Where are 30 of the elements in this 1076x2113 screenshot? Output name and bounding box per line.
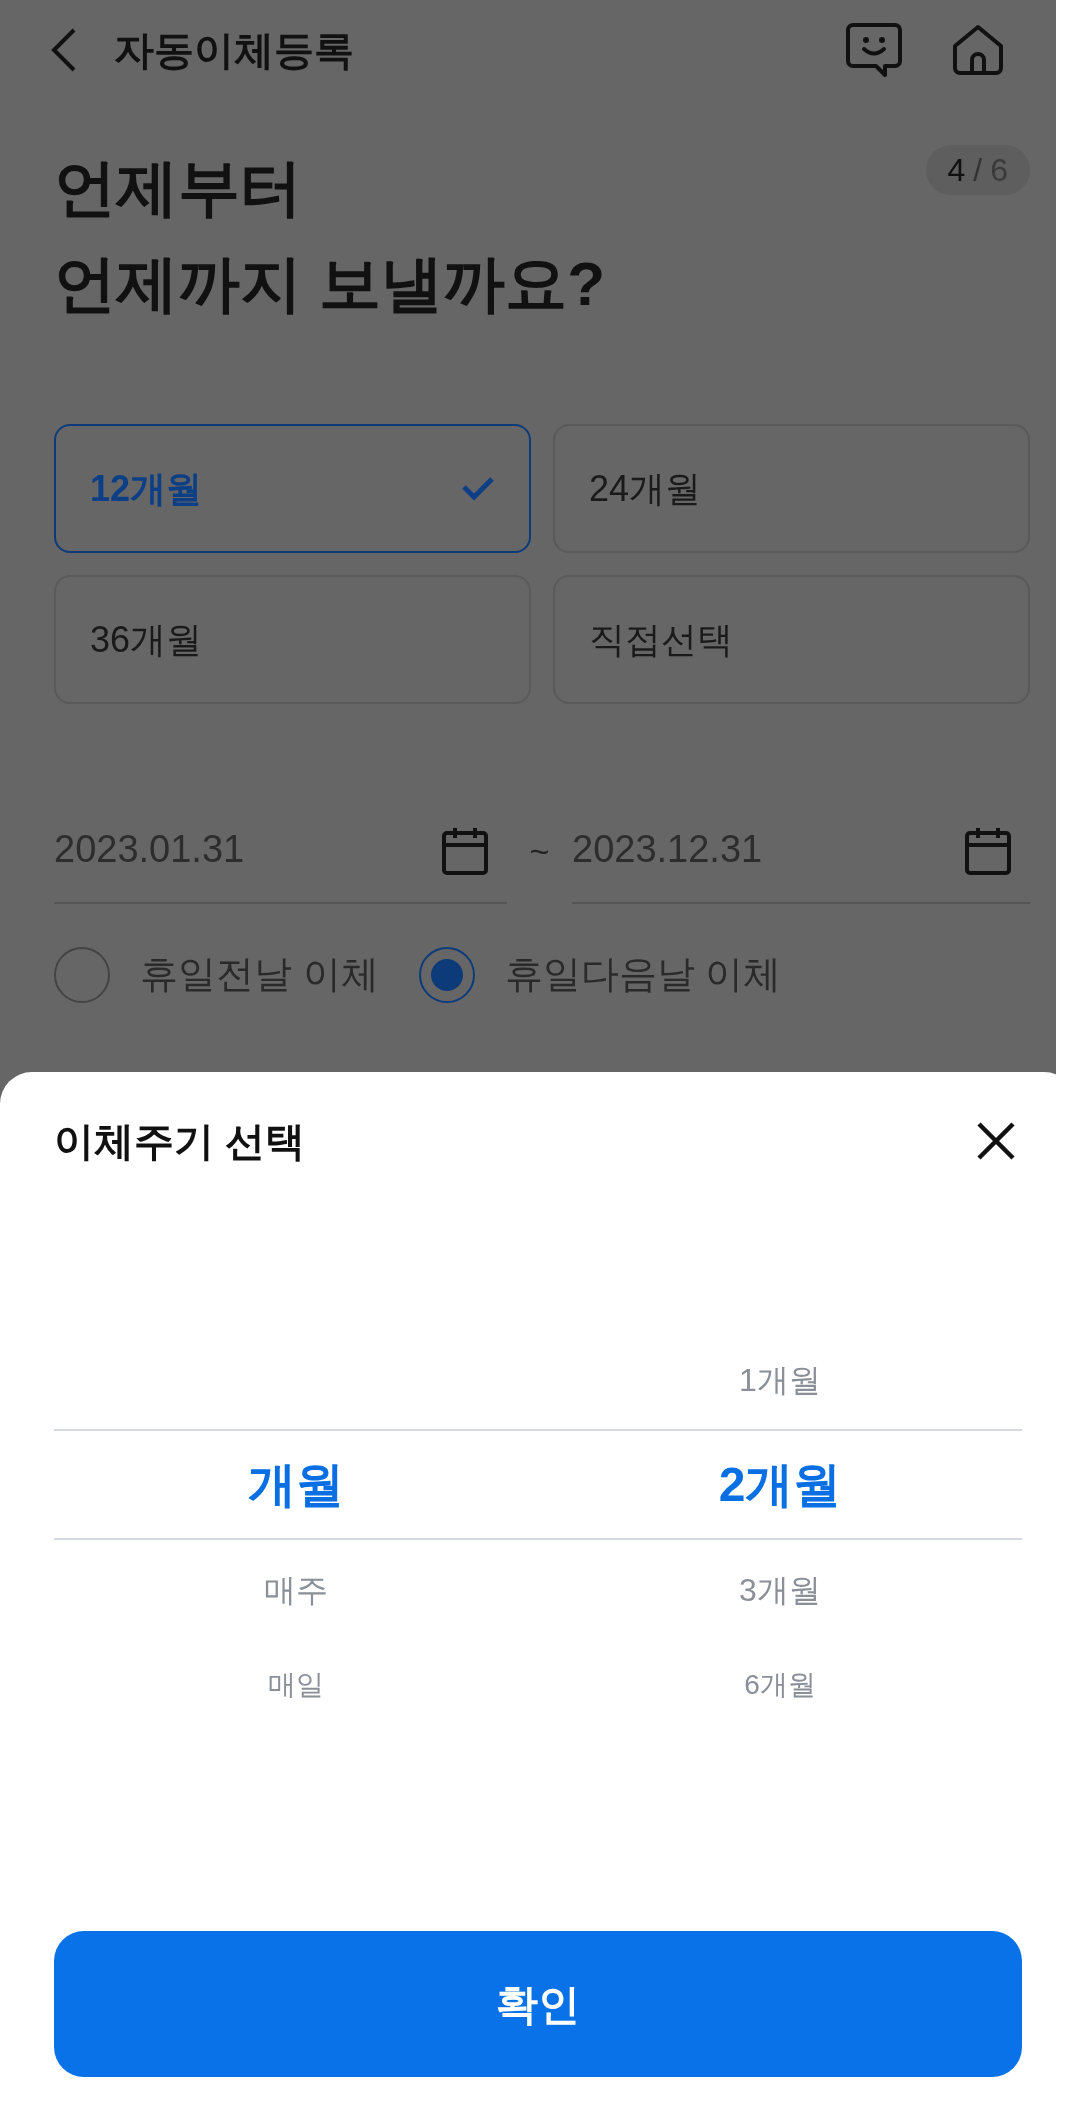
- radio-button[interactable]: [54, 946, 110, 1003]
- picker-option[interactable]: 매일: [268, 1664, 324, 1706]
- picker-option[interactable]: 6개월: [744, 1664, 816, 1706]
- period-option[interactable]: 36개월: [54, 575, 531, 704]
- end-date-field[interactable]: 2023.12.31: [572, 826, 1030, 904]
- picker-option[interactable]: 매주: [264, 1566, 328, 1614]
- calendar-icon: [441, 826, 489, 876]
- heading-line: 언제까지 보낼까요?: [54, 248, 607, 320]
- picker-option[interactable]: 2개월: [718, 1448, 842, 1521]
- radio-button[interactable]: [418, 946, 475, 1003]
- radio-label: 휴일전날 이체: [140, 952, 379, 997]
- period-option[interactable]: 직접선택: [553, 575, 1030, 704]
- chat-smile-icon: [845, 21, 903, 79]
- heading-line: 언제부터: [54, 152, 303, 224]
- radio-label: 휴일다음날 이체: [504, 952, 782, 997]
- period-option[interactable]: 24개월: [553, 424, 1030, 553]
- start-date-field[interactable]: 2023.01.31: [54, 826, 507, 904]
- page-title: 자동이체등록: [114, 27, 354, 74]
- calendar-icon: [964, 826, 1012, 876]
- date-range-tilde: ~: [528, 831, 551, 872]
- confirm-button[interactable]: 확인: [54, 1931, 1022, 2077]
- sheet-title: 이체주기 선택: [54, 1118, 306, 1165]
- picker-option[interactable]: 개월: [248, 1448, 344, 1521]
- check-icon: [461, 475, 495, 502]
- home-icon: [951, 24, 1005, 76]
- picker-option[interactable]: 3개월: [739, 1566, 821, 1614]
- picker-option[interactable]: 1개월: [739, 1355, 821, 1404]
- close-icon: [976, 1121, 1016, 1161]
- period-option[interactable]: 12개월: [54, 424, 531, 553]
- chat-button[interactable]: [844, 20, 904, 80]
